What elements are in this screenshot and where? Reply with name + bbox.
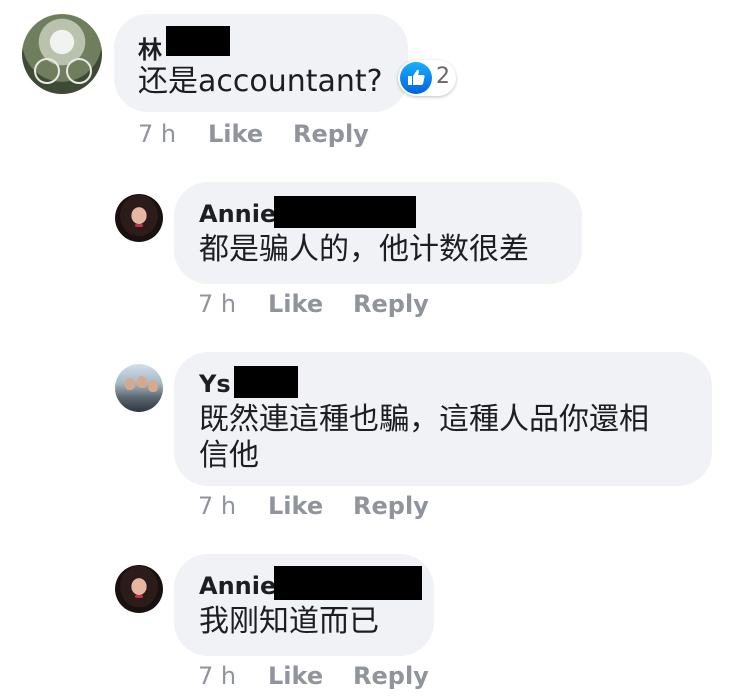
like-button[interactable]: Like: [268, 492, 323, 520]
redacted-name: [274, 566, 422, 600]
like-button[interactable]: Like: [208, 120, 263, 148]
reply-button[interactable]: Reply: [353, 290, 429, 318]
comment-text: 还是accountant?: [138, 64, 383, 99]
timestamp[interactable]: 7 h: [138, 120, 176, 148]
comment-bubble: Annie 都是骗人的，他计数很差: [174, 182, 582, 284]
timestamp[interactable]: 7 h: [198, 290, 236, 318]
comment-text: 我刚知道而已: [199, 604, 379, 639]
like-button[interactable]: Like: [268, 290, 323, 318]
avatar[interactable]: [115, 194, 163, 242]
comment-text-line-1: 既然連這種也騙，這種人品你還相: [199, 402, 649, 437]
like-button[interactable]: Like: [268, 662, 323, 690]
avatar[interactable]: [115, 364, 163, 412]
author-name[interactable]: 林: [138, 30, 162, 65]
comment-bubble: 林 还是accountant?: [114, 14, 408, 112]
comment-text-line-2: 信他: [199, 438, 259, 473]
like-thumbs-up-icon: [400, 62, 432, 94]
comment-bubble: Ys 既然連這種也騙，這種人品你還相 信他: [174, 352, 712, 486]
avatar[interactable]: [115, 565, 163, 613]
reaction-count: 2: [436, 64, 450, 89]
reply-button[interactable]: Reply: [353, 492, 429, 520]
author-name[interactable]: Ys: [199, 370, 231, 398]
redacted-name: [274, 196, 416, 228]
avatar[interactable]: [22, 14, 102, 94]
comment-bubble: Annie 我刚知道而已: [174, 554, 434, 656]
redacted-name: [166, 26, 230, 56]
reply-button[interactable]: Reply: [353, 662, 429, 690]
reply-button[interactable]: Reply: [293, 120, 369, 148]
redacted-name: [234, 366, 298, 398]
timestamp[interactable]: 7 h: [198, 492, 236, 520]
timestamp[interactable]: 7 h: [198, 662, 236, 690]
author-name[interactable]: Annie: [199, 572, 276, 600]
author-name[interactable]: Annie: [199, 200, 276, 228]
reaction-badge[interactable]: 2: [398, 60, 456, 96]
comment-text: 都是骗人的，他计数很差: [199, 232, 529, 267]
